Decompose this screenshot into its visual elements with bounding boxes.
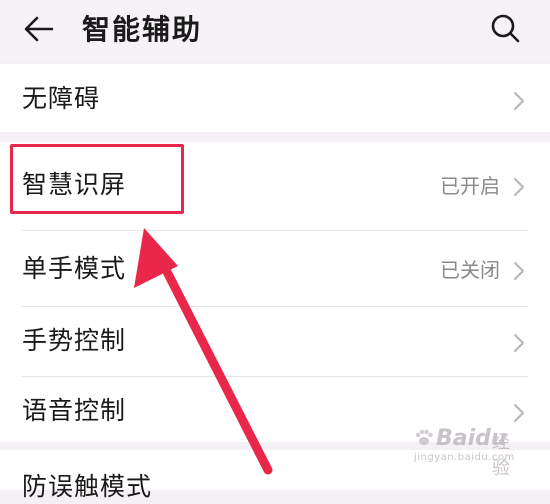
row-status: 已开启 (440, 174, 500, 198)
chevron-right-icon (514, 334, 524, 352)
watermark-logo: Baidu 经验 jingyan.baidu.com (414, 426, 524, 479)
chevron-right-icon (514, 404, 524, 422)
page-title: 智能辅助 (82, 13, 203, 46)
row-label: 单手模式 (22, 254, 127, 283)
settings-group-1: 无障碍 (0, 64, 550, 132)
top-bar: 智能辅助 (0, 0, 550, 60)
row-accessibility[interactable]: 无障碍 (0, 64, 550, 136)
row-gesture-control[interactable]: 手势控制 (0, 306, 550, 378)
paw-icon (415, 429, 433, 445)
divider (22, 230, 528, 231)
row-one-handed-mode[interactable]: 单手模式 已关闭 (0, 234, 550, 306)
search-icon[interactable] (488, 11, 522, 45)
row-label: 手势控制 (22, 326, 127, 355)
row-status: 已关闭 (440, 258, 500, 282)
chevron-right-icon (514, 262, 524, 280)
back-arrow-icon[interactable] (22, 12, 56, 46)
watermark-url: jingyan.baidu.com (414, 452, 515, 463)
row-label: 语音控制 (22, 396, 127, 425)
chevron-right-icon (514, 178, 524, 196)
annotation-highlight-box (10, 144, 184, 214)
row-label: 无障碍 (22, 84, 101, 113)
chevron-right-icon (514, 92, 524, 110)
row-label: 防误触模式 (22, 472, 153, 501)
